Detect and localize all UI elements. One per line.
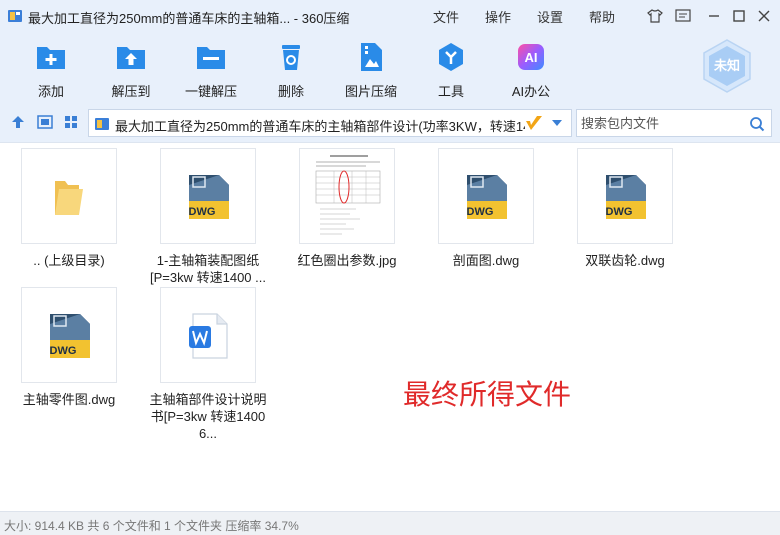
- ai-office-icon: AI: [518, 44, 544, 70]
- word-doc-icon: [189, 313, 228, 359]
- archive-icon: [95, 118, 109, 130]
- file-thumbnail: DWG: [21, 287, 117, 383]
- search-input[interactable]: [581, 115, 741, 131]
- extract-to-icon: [117, 47, 145, 69]
- menu-file[interactable]: 文件: [433, 7, 459, 26]
- image-compress-button[interactable]: 图片压缩: [331, 36, 411, 99]
- menu-help[interactable]: 帮助: [589, 7, 615, 26]
- archive-path: 最大加工直径为250mm的普通车床的主轴箱部件设计(功率3KW，转速1450，: [115, 119, 525, 134]
- dwg-file-icon: DWG: [467, 175, 507, 219]
- svg-text:DWG: DWG: [606, 206, 633, 218]
- one-click-extract-button[interactable]: 一键解压: [171, 36, 251, 99]
- file-name: 主轴零件图.dwg: [22, 392, 116, 407]
- file-thumbnail: DWG: [438, 148, 534, 244]
- maximize-icon[interactable]: [730, 7, 748, 25]
- file-thumbnail: DWG: [577, 148, 673, 244]
- file-thumbnail: DWG: [160, 148, 256, 244]
- file-name: .. (上级目录): [33, 253, 105, 268]
- annotation-text: 最终所得文件: [403, 379, 572, 410]
- svg-text:DWG: DWG: [189, 206, 216, 218]
- file-name: 主轴箱部件设计说明书[P=3kw 转速1400 6...: [149, 392, 267, 441]
- file-thumbnail: [299, 148, 395, 244]
- unknown-status-badge[interactable]: 未知: [700, 38, 754, 94]
- add-button[interactable]: 添加: [11, 36, 91, 99]
- search-box[interactable]: [576, 109, 772, 137]
- status-bar: 大小: 914.4 KB 共 6 个文件和 1 个文件夹 压缩率 34.7%: [0, 511, 780, 535]
- verified-check-icon: [526, 116, 542, 130]
- close-icon[interactable]: [755, 7, 773, 25]
- window-title: 最大加工直径为250mm的普通车床的主轴箱... - 360压缩: [28, 11, 350, 26]
- delete-icon: [282, 45, 300, 70]
- file-name: 双联齿轮.dwg: [585, 253, 665, 268]
- dwg-file-icon: DWG: [189, 175, 229, 219]
- file-name: 1-主轴箱装配图纸[P=3kw 转速1400 ...: [150, 253, 266, 285]
- dwg-file-icon: DWG: [606, 175, 646, 219]
- file-list-area: .. (上级目录) DWG 1-主轴箱装配图纸[P=3kw 转速1400 ...: [0, 142, 780, 511]
- file-thumbnail: [160, 287, 256, 383]
- file-name: 红色圈出参数.jpg: [297, 253, 397, 268]
- address-bar: 最大加工直径为250mm的普通车床的主轴箱部件设计(功率3KW，转速1450，: [0, 102, 780, 142]
- one-click-extract-icon: [197, 47, 225, 69]
- delete-button[interactable]: 删除: [251, 36, 331, 99]
- grid-view-icon[interactable]: [63, 114, 79, 130]
- menu-operation[interactable]: 操作: [485, 7, 511, 26]
- extract-to-button[interactable]: 解压到: [91, 36, 171, 99]
- title-bar: 最大加工直径为250mm的普通车床的主轴箱... - 360压缩 文件 操作 设…: [0, 0, 780, 32]
- archive-app-icon: [8, 10, 22, 22]
- skin-icon[interactable]: [646, 7, 664, 25]
- feedback-icon[interactable]: [674, 7, 692, 25]
- svg-text:DWG: DWG: [467, 206, 494, 218]
- search-icon[interactable]: [749, 116, 765, 132]
- image-compress-icon: [361, 43, 382, 71]
- chevron-down-icon[interactable]: [551, 118, 563, 128]
- badge-text: 未知: [713, 58, 740, 74]
- list-view-icon[interactable]: [37, 114, 53, 130]
- tools-button[interactable]: 工具: [411, 36, 491, 99]
- ai-icon-text: AI: [525, 50, 538, 65]
- minimize-icon[interactable]: [705, 7, 723, 25]
- file-thumbnail: [21, 148, 117, 244]
- ai-office-button[interactable]: AI AI办公: [491, 36, 571, 99]
- toolbar: 添加 解压到 一键解压 删除 图片压缩 工具 AI AI办公 未知: [0, 32, 780, 102]
- document-preview-image: [306, 151, 390, 243]
- file-name: 剖面图.dwg: [452, 253, 520, 268]
- up-arrow-icon[interactable]: [10, 114, 26, 130]
- path-field[interactable]: 最大加工直径为250mm的普通车床的主轴箱部件设计(功率3KW，转速1450，: [88, 109, 572, 137]
- status-text: 大小: 914.4 KB 共 6 个文件和 1 个文件夹 压缩率 34.7%: [4, 519, 299, 533]
- dwg-file-icon: DWG: [50, 314, 90, 358]
- add-icon: [37, 47, 65, 69]
- folder-icon: [55, 181, 83, 215]
- menu-settings[interactable]: 设置: [537, 7, 563, 26]
- svg-text:DWG: DWG: [50, 345, 77, 357]
- tools-icon: [439, 43, 463, 71]
